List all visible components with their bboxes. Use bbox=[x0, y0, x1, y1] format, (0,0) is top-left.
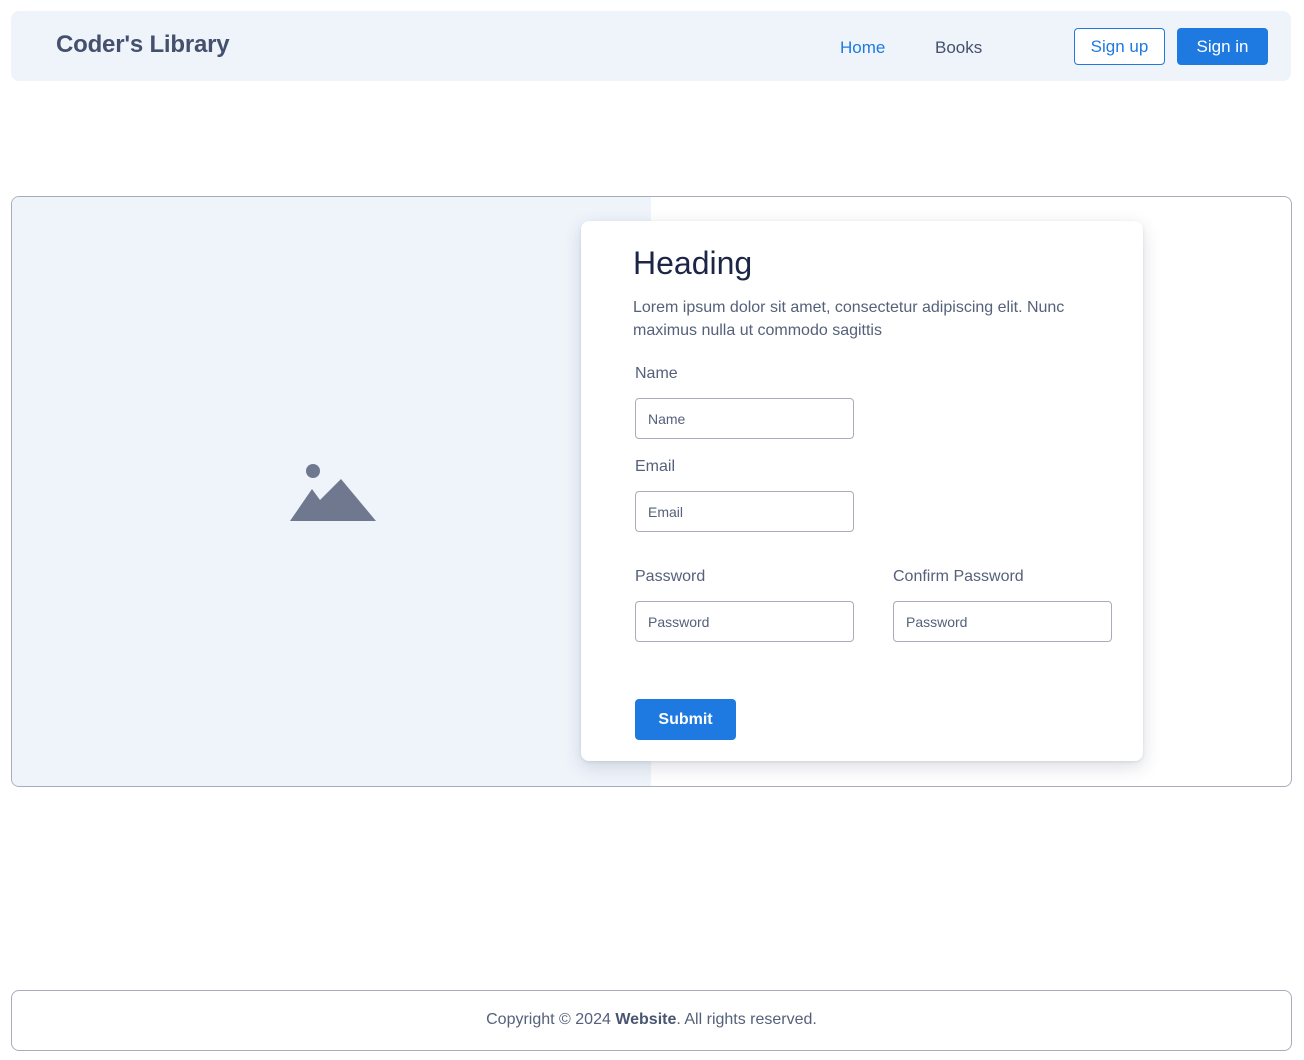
confirm-password-label: Confirm Password bbox=[893, 568, 1024, 585]
image-placeholder-icon bbox=[290, 464, 376, 521]
password-input[interactable] bbox=[635, 601, 854, 642]
nav-link-books[interactable]: Books bbox=[935, 38, 982, 58]
sign-in-button[interactable]: Sign in bbox=[1177, 28, 1268, 65]
email-input[interactable] bbox=[635, 491, 854, 532]
name-label: Name bbox=[635, 365, 678, 382]
copyright-suffix: . All rights reserved. bbox=[676, 1011, 817, 1028]
sign-up-button[interactable]: Sign up bbox=[1074, 28, 1165, 65]
signup-form-card: Heading Lorem ipsum dolor sit amet, cons… bbox=[581, 221, 1143, 761]
hero-image-panel bbox=[12, 197, 651, 786]
navbar: Coder's Library Home Books Sign up Sign … bbox=[11, 11, 1291, 81]
confirm-password-input[interactable] bbox=[893, 601, 1112, 642]
form-description: Lorem ipsum dolor sit amet, consectetur … bbox=[633, 299, 1065, 339]
copyright-prefix: Copyright © 2024 bbox=[486, 1011, 616, 1028]
form-heading: Heading bbox=[633, 245, 753, 281]
hero-section: Heading Lorem ipsum dolor sit amet, cons… bbox=[11, 196, 1292, 787]
name-input[interactable] bbox=[635, 398, 854, 439]
password-label: Password bbox=[635, 568, 706, 585]
footer-website-link[interactable]: Website bbox=[615, 1011, 676, 1028]
brand-logo[interactable]: Coder's Library bbox=[56, 31, 230, 59]
nav-link-home[interactable]: Home bbox=[840, 38, 885, 58]
email-label: Email bbox=[635, 458, 676, 475]
copyright-text: Copyright © 2024 Website. All rights res… bbox=[12, 1011, 1291, 1029]
footer: Copyright © 2024 Website. All rights res… bbox=[11, 990, 1292, 1051]
submit-button[interactable]: Submit bbox=[635, 699, 736, 740]
